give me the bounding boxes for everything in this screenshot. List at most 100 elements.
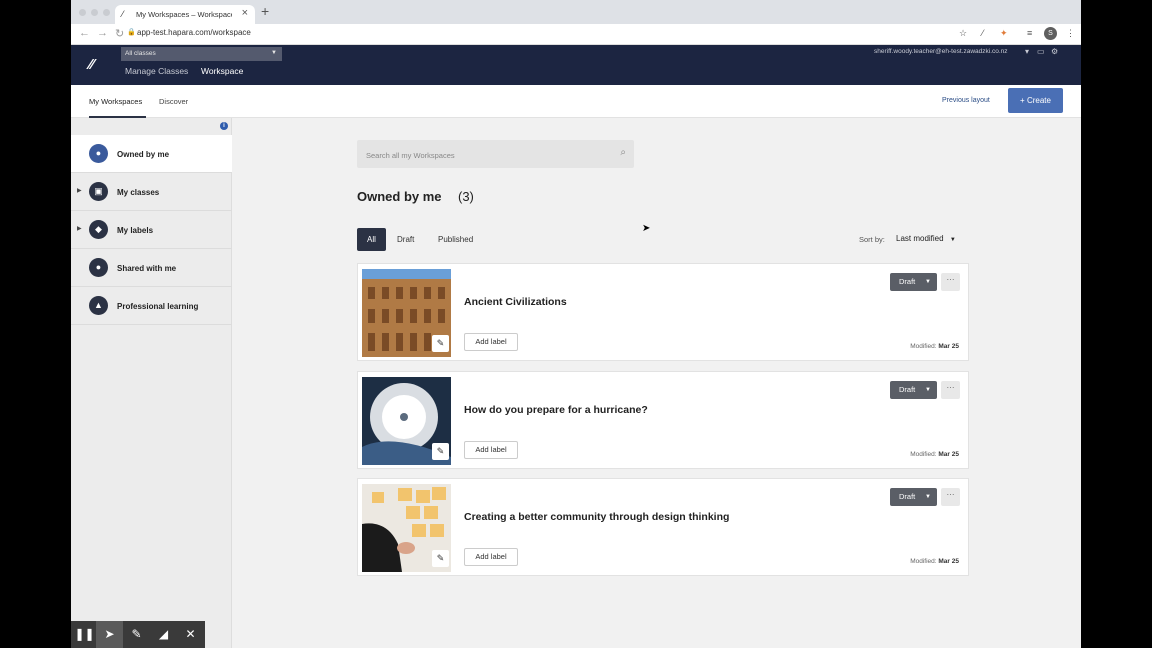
- search-placeholder: Search all my Workspaces: [366, 151, 455, 160]
- address-bar[interactable]: 🔒 app-test.hapara.com/workspace: [127, 28, 251, 37]
- browser-toolbar: ← → ↻ 🔒 app-test.hapara.com/workspace ☆ …: [71, 24, 1081, 45]
- classroom-icon: ▣: [89, 182, 108, 201]
- status-label: Draft: [899, 277, 916, 286]
- sidebar: i ● Owned by me ▶ ▣ My classes ▶ ◆ My la…: [71, 118, 232, 648]
- pointer-icon[interactable]: ➤: [96, 621, 123, 648]
- modified-info: Modified: Mar 25: [910, 451, 959, 458]
- modified-date: Mar 25: [938, 343, 959, 350]
- edit-pencil-icon[interactable]: ✎: [432, 335, 449, 352]
- workspace-title[interactable]: Creating a better community through desi…: [464, 511, 729, 523]
- media-icon[interactable]: ≡: [1027, 28, 1032, 38]
- plus-icon: +: [1020, 96, 1025, 105]
- sidebar-item-my-labels[interactable]: ▶ ◆ My labels: [71, 211, 232, 249]
- workspace-card[interactable]: ✎ How do you prepare for a hurricane? Ad…: [357, 371, 969, 469]
- workspace-title[interactable]: How do you prepare for a hurricane?: [464, 404, 648, 416]
- status-dropdown[interactable]: Draft ▼: [890, 381, 937, 399]
- create-button[interactable]: + Create: [1008, 88, 1063, 113]
- add-label-button[interactable]: Add label: [464, 441, 518, 459]
- nav-workspace[interactable]: Workspace: [201, 66, 243, 76]
- close-icon[interactable]: ✕: [177, 621, 204, 648]
- filter-all[interactable]: All: [357, 228, 386, 251]
- edit-pencil-icon[interactable]: ✎: [432, 550, 449, 567]
- browser-menu-icon[interactable]: ⋮: [1066, 28, 1075, 39]
- pause-icon[interactable]: ❚❚: [71, 621, 98, 648]
- person-icon: ●: [89, 144, 108, 163]
- workspace-card[interactable]: ✎ Ancient Civilizations Add label Draft …: [357, 263, 969, 361]
- modified-info: Modified: Mar 25: [910, 343, 959, 350]
- sort-dropdown[interactable]: Last modified ▼: [896, 234, 956, 243]
- more-options-button[interactable]: ···: [941, 273, 960, 291]
- expand-arrow-icon[interactable]: ▶: [77, 225, 82, 232]
- graduation-cap-icon: ▲: [89, 296, 108, 315]
- filter-draft[interactable]: Draft: [397, 235, 414, 244]
- workspace-thumbnail: ✎: [362, 269, 451, 357]
- more-options-button[interactable]: ···: [941, 381, 960, 399]
- previous-layout-link[interactable]: Previous layout: [942, 97, 990, 104]
- sidebar-item-my-classes[interactable]: ▶ ▣ My classes: [71, 173, 232, 211]
- workspace-title[interactable]: Ancient Civilizations: [464, 296, 567, 308]
- sidebar-item-shared-with-me[interactable]: ● Shared with me: [71, 249, 232, 287]
- back-icon[interactable]: ←: [79, 27, 90, 39]
- tab-my-workspaces[interactable]: My Workspaces: [89, 97, 142, 106]
- edit-pencil-icon[interactable]: ✎: [432, 443, 449, 460]
- hapara-logo-icon[interactable]: ⁄⁄: [89, 56, 94, 73]
- profile-avatar[interactable]: S: [1044, 27, 1057, 40]
- expand-arrow-icon[interactable]: ▶: [77, 187, 82, 194]
- section-title: Owned by me: [357, 189, 442, 204]
- close-window-dot[interactable]: [79, 9, 86, 16]
- new-tab-icon[interactable]: +: [261, 3, 269, 19]
- more-options-button[interactable]: ···: [941, 488, 960, 506]
- create-button-label: Create: [1026, 96, 1051, 105]
- sidebar-item-professional-learning[interactable]: ▲ Professional learning: [71, 287, 232, 325]
- people-icon: ●: [89, 258, 108, 277]
- url-text: app-test.hapara.com/workspace: [137, 28, 251, 37]
- class-select[interactable]: All classes ▼: [121, 47, 282, 61]
- maximize-window-dot[interactable]: [103, 9, 110, 16]
- hapara-extension-icon[interactable]: ⁄: [982, 28, 984, 38]
- pen-icon[interactable]: ✎: [123, 621, 150, 648]
- chevron-down-icon[interactable]: ▾: [1025, 47, 1029, 56]
- user-email[interactable]: sheriff.woody.teacher@eh-test.zawadzki.c…: [874, 48, 1008, 55]
- reload-icon[interactable]: ↻: [115, 27, 124, 40]
- add-label-button[interactable]: Add label: [464, 548, 518, 566]
- tab-close-icon[interactable]: ×: [242, 7, 248, 19]
- sidebar-item-label: Professional learning: [117, 302, 199, 311]
- chevron-down-icon: ▼: [949, 237, 956, 243]
- bookmark-star-icon[interactable]: ☆: [959, 28, 967, 39]
- chevron-down-icon: ▼: [271, 50, 277, 56]
- extension-icon[interactable]: ✦: [1000, 28, 1008, 39]
- forward-icon[interactable]: →: [97, 27, 108, 39]
- modified-label: Modified:: [910, 343, 937, 350]
- modified-date: Mar 25: [938, 451, 959, 458]
- eraser-icon[interactable]: ◢: [150, 621, 177, 648]
- modified-date: Mar 25: [938, 558, 959, 565]
- status-dropdown[interactable]: Draft ▼: [890, 273, 937, 291]
- gear-icon[interactable]: ⚙: [1051, 47, 1058, 56]
- tab-discover[interactable]: Discover: [159, 97, 188, 106]
- sidebar-item-label: Shared with me: [117, 264, 177, 273]
- book-icon[interactable]: ▭: [1037, 47, 1045, 56]
- hapara-favicon-icon: ⁄: [122, 9, 124, 19]
- search-input[interactable]: Search all my Workspaces ⌕: [357, 140, 634, 168]
- status-dropdown[interactable]: Draft ▼: [890, 488, 937, 506]
- lock-icon: 🔒: [127, 29, 136, 36]
- mouse-cursor-icon: ➤: [642, 223, 651, 234]
- modified-label: Modified:: [910, 451, 937, 458]
- nav-manage-classes[interactable]: Manage Classes: [125, 66, 188, 76]
- app-header: ⁄⁄ All classes ▼ Manage Classes Workspac…: [71, 45, 1081, 85]
- sort-label: Sort by:: [859, 235, 885, 244]
- class-select-value: All classes: [125, 50, 156, 57]
- minimize-window-dot[interactable]: [91, 9, 98, 16]
- filter-published[interactable]: Published: [438, 235, 473, 244]
- add-label-button[interactable]: Add label: [464, 333, 518, 351]
- chevron-down-icon: ▼: [925, 387, 931, 393]
- search-icon[interactable]: ⌕: [620, 147, 626, 158]
- chevron-down-icon: ▼: [925, 494, 931, 500]
- browser-tab[interactable]: ⁄ My Workspaces – Workspace – H ×: [115, 5, 255, 24]
- workspace-card[interactable]: ✎ Creating a better community through de…: [357, 478, 969, 576]
- info-icon[interactable]: i: [220, 122, 228, 130]
- sidebar-item-owned-by-me[interactable]: ● Owned by me: [71, 135, 232, 173]
- workspace-thumbnail: ✎: [362, 377, 451, 465]
- workspace-thumbnail: ✎: [362, 484, 451, 572]
- tab-title: My Workspaces – Workspace – H: [136, 10, 232, 19]
